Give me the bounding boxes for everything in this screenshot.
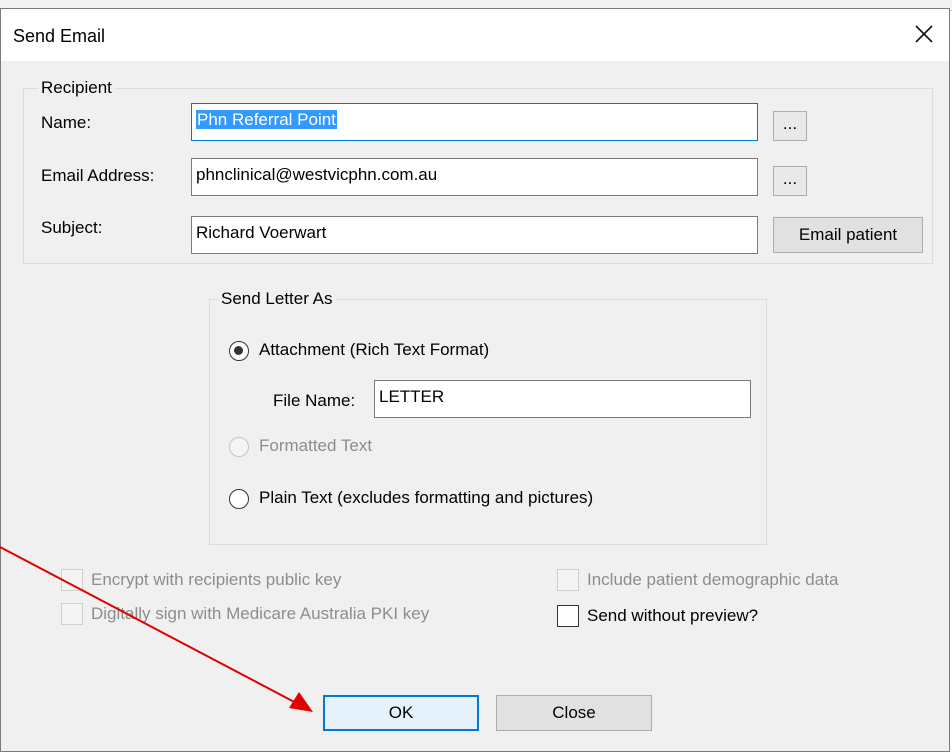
email-address-value: phnclinical@westvicphn.com.au: [196, 165, 438, 184]
name-browse-button[interactable]: ...: [773, 111, 807, 141]
recipient-group-label: Recipient: [38, 78, 115, 98]
subject-label: Subject:: [41, 218, 103, 237]
file-name-value: LETTER: [379, 387, 445, 406]
digital-sign-checkbox: [61, 603, 83, 625]
email-browse-button[interactable]: ...: [773, 166, 807, 196]
attachment-rtf-radio[interactable]: [229, 341, 249, 361]
subject-field[interactable]: Richard Voerwart: [191, 216, 758, 254]
title-bar: Send Email: [1, 9, 949, 61]
file-name-field[interactable]: LETTER: [374, 380, 751, 418]
plain-text-label[interactable]: Plain Text (excludes formatting and pict…: [259, 488, 593, 508]
plain-text-radio[interactable]: [229, 489, 249, 509]
send-letter-as-group: Send Letter As: [209, 289, 767, 545]
subject-value: Richard Voerwart: [196, 223, 327, 242]
encrypt-label: Encrypt with recipients public key: [91, 570, 342, 589]
name-field[interactable]: Phn Referral Point: [191, 103, 758, 141]
close-window-button[interactable]: [906, 19, 942, 51]
send-without-preview-checkbox[interactable]: [557, 605, 579, 627]
digital-sign-label: Digitally sign with Medicare Australia P…: [91, 604, 430, 623]
email-address-label: Email Address:: [41, 166, 155, 185]
email-address-field[interactable]: phnclinical@westvicphn.com.au: [191, 158, 758, 196]
email-patient-button[interactable]: Email patient: [773, 217, 923, 253]
formatted-text-label: Formatted Text: [259, 436, 373, 455]
send-letter-as-label: Send Letter As: [218, 289, 336, 309]
file-name-label: File Name:: [273, 391, 356, 410]
encrypt-checkbox: [61, 569, 83, 591]
send-without-preview-label[interactable]: Send without preview?: [587, 606, 758, 626]
ok-button[interactable]: OK: [323, 695, 479, 731]
close-button[interactable]: Close: [496, 695, 652, 731]
formatted-text-radio: [229, 437, 249, 457]
send-email-dialog: Send Email Recipient Name: Phn Referral …: [0, 8, 950, 752]
name-label: Name:: [41, 113, 92, 132]
demographic-label: Include patient demographic data: [587, 570, 839, 589]
attachment-rtf-label[interactable]: Attachment (Rich Text Format): [259, 340, 489, 360]
demographic-checkbox: [557, 569, 579, 591]
close-icon: [915, 25, 933, 43]
name-field-value: Phn Referral Point: [196, 110, 337, 129]
window-title: Send Email: [13, 26, 106, 46]
